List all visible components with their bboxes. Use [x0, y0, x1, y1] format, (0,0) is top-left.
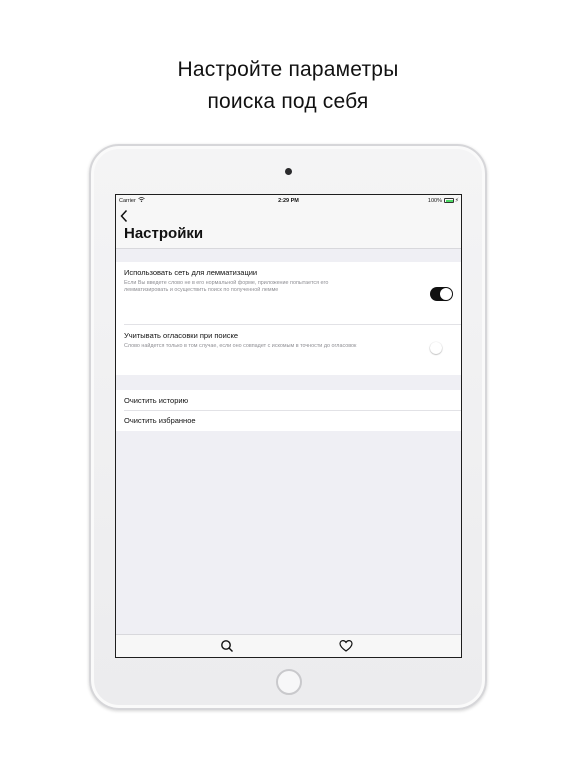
status-time: 2:29 PM: [278, 198, 299, 204]
lemmatization-toggle[interactable]: [430, 287, 453, 301]
clear-history-button[interactable]: Очистить историю: [124, 396, 188, 405]
page-title: Настройки: [124, 225, 204, 242]
chevron-left-icon[interactable]: [120, 207, 128, 227]
setting-row-lemmatization: Использовать сеть для лемматизации Если …: [116, 262, 461, 324]
home-button[interactable]: [276, 669, 302, 695]
setting-description: Слово найдется только в том случае, если…: [124, 343, 357, 349]
promo-line-1: Настройте параметры: [177, 58, 399, 81]
app-screen: Carrier 2:29 PM 100% ⚡︎ Настройки Исполь…: [115, 194, 462, 658]
status-bar: Carrier 2:29 PM 100% ⚡︎: [116, 195, 461, 207]
search-icon[interactable]: [220, 639, 234, 653]
battery-percent: 100%: [427, 198, 442, 204]
clear-favorites-button[interactable]: Очистить избранное: [124, 416, 196, 425]
divider: [124, 410, 461, 411]
navigation-bar: Настройки: [116, 207, 461, 249]
setting-description: Если Вы введете слово не в его нормально…: [124, 280, 329, 293]
setting-label: Использовать сеть для лемматизации: [124, 268, 258, 277]
battery-icon: [444, 198, 454, 203]
diacritics-toggle[interactable]: [430, 341, 453, 355]
charging-icon: ⚡︎: [454, 198, 459, 204]
setting-label: Учитывать огласовки при поиске: [124, 331, 239, 340]
setting-row-diacritics: Учитывать огласовки при поиске Слово най…: [116, 324, 461, 375]
promo-line-2: поиска под себя: [207, 90, 369, 113]
camera-icon: [285, 168, 292, 175]
settings-toggles-section: Использовать сеть для лемматизации Если …: [116, 262, 461, 375]
actions-section: Очистить историю Очистить избранное: [116, 390, 461, 431]
tab-bar: [116, 634, 461, 657]
heart-icon[interactable]: [339, 639, 353, 653]
